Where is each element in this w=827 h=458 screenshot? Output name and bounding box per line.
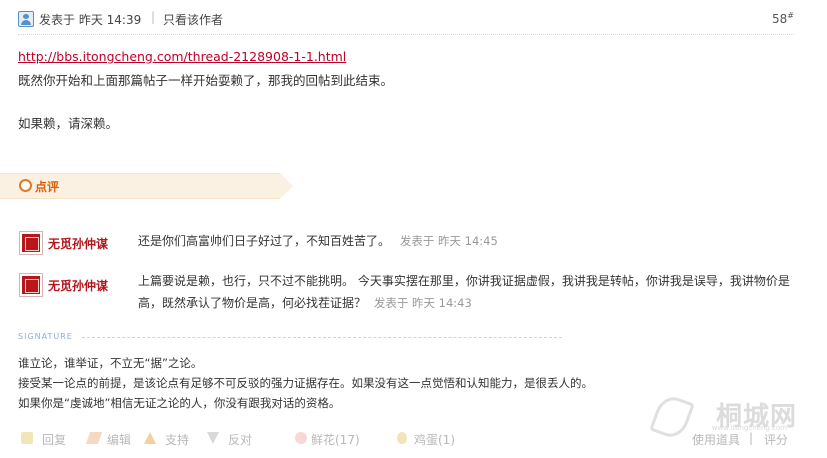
header-divider <box>18 34 794 35</box>
comment-time: 发表于 昨天 14:43 <box>373 296 472 310</box>
avatar-seal-image <box>22 276 40 294</box>
post-time: 发表于 昨天 14:39 <box>39 13 142 27</box>
avatar[interactable] <box>19 231 43 255</box>
floor-number-value: 58 <box>772 12 788 26</box>
support-button[interactable]: 支持 <box>165 431 189 448</box>
header-separator: | <box>151 10 156 24</box>
toolbar-separator: | <box>749 431 754 445</box>
comment-body: 还是你们高富帅们日子好过了，不知百姓苦了。 <box>138 234 391 248</box>
signature-line: 如果你是“虔诚地”相信无证之论的人，你没有跟我对话的资格。 <box>18 396 341 410</box>
comment-text: 还是你们高富帅们日子好过了，不知百姓苦了。 发表于 昨天 14:45 <box>138 230 738 252</box>
reply-icon <box>21 432 33 444</box>
edit-button[interactable]: 编辑 <box>107 431 131 448</box>
only-author-link[interactable]: 只看该作者 <box>163 11 223 28</box>
flower-icon <box>295 432 307 444</box>
comment-circle-icon <box>19 179 32 192</box>
watermark-swirl-icon <box>649 392 695 442</box>
comment-body-line2-wrap: 高，既然承认了物价是高，何必找茬证据？ 发表于 昨天 14:43 <box>138 292 810 314</box>
signature-line: 接受某一论点的前提，是该论点有足够不可反驳的强力证据存在。如果没有这一点觉悟和认… <box>18 376 593 390</box>
comment-author[interactable]: 无觅孙仲谋 <box>48 277 108 294</box>
post-text-line1: 既然你开始和上面那篇帖子一样开始耍赖了，那我的回帖到此结束。 <box>18 73 394 88</box>
comment-body-line1: 上篇要说是赖，也行，只不过不能挑明。 今天事实摆在那里，你讲我证据虚假，我讲我是… <box>138 274 790 288</box>
avatar[interactable] <box>19 273 43 297</box>
comment-body-line2: 高，既然承认了物价是高，何必找茬证据？ <box>138 296 367 310</box>
comment-time: 发表于 昨天 14:45 <box>399 234 498 248</box>
rate-link[interactable]: 评分 <box>764 431 788 448</box>
signature-label: SIGNATURE <box>18 332 73 341</box>
comment-text: 上篇要说是赖，也行，只不过不能挑明。 今天事实摆在那里，你讲我证据虚假，我讲我是… <box>138 270 810 314</box>
thumb-up-icon <box>144 432 156 444</box>
avatar-seal-image <box>22 234 40 252</box>
floor-number: 58# <box>772 11 794 26</box>
signature-divider <box>82 337 562 338</box>
edit-icon <box>85 432 103 444</box>
eggs-button[interactable]: 鸡蛋(1) <box>414 431 455 448</box>
reply-button[interactable]: 回复 <box>42 431 66 448</box>
signature-line: 谁立论，谁举证，不立无“据”之论。 <box>18 356 203 370</box>
comment-author[interactable]: 无觅孙仲谋 <box>48 235 108 252</box>
user-icon <box>18 11 34 27</box>
comments-title: 点评 <box>35 180 60 194</box>
thread-link[interactable]: http://bbs.itongcheng.com/thread-2128908… <box>18 49 346 64</box>
thumb-down-icon <box>207 432 219 444</box>
oppose-button[interactable]: 反对 <box>228 431 252 448</box>
post-text-line2: 如果赖，请深赖。 <box>18 116 119 131</box>
use-item-link[interactable]: 使用道具 <box>692 431 740 448</box>
floor-suffix: # <box>787 11 794 20</box>
flowers-button[interactable]: 鲜花(17) <box>311 431 360 448</box>
egg-icon <box>397 432 407 444</box>
